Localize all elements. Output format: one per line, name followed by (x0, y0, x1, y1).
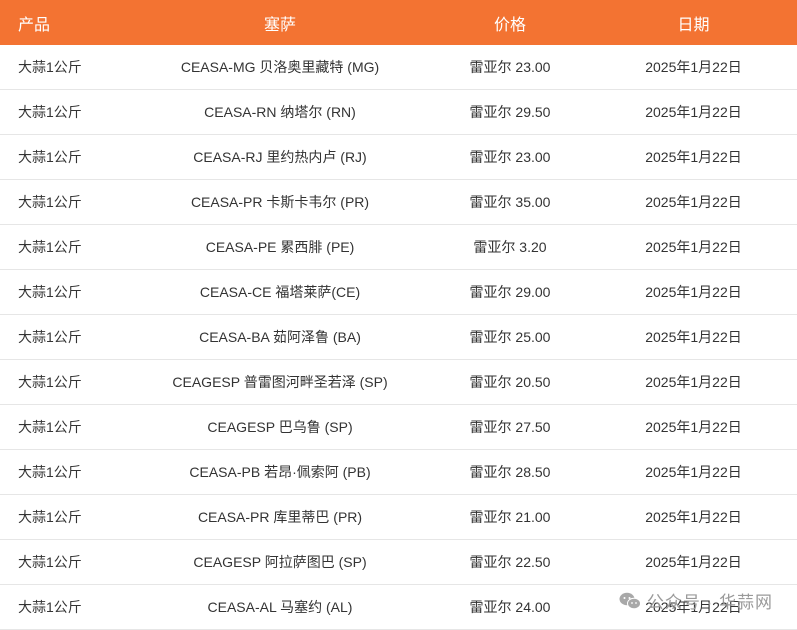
cell-price: 雷亚尔 29.00 (430, 269, 590, 315)
table-row: 大蒜1公斤 CEASA-CE 福塔莱萨(CE) 雷亚尔 29.00 2025年1月22… (0, 269, 797, 315)
wechat-icon (619, 592, 641, 609)
table-row: 大蒜1公斤 CEASA-PR 卡斯卡韦尔 (PR) 雷亚尔 35.00 2025年1月… (0, 179, 797, 225)
cell-date: 2025年1月22日 (590, 269, 797, 315)
cell-product: 大蒜1公斤 (0, 89, 130, 135)
cell-date: 2025年1月22日 (590, 404, 797, 450)
cell-date: 2025年1月22日 (590, 494, 797, 540)
cell-price: 雷亚尔 24.00 (430, 584, 590, 630)
cell-date: 2025年1月22日 (590, 539, 797, 585)
header-row: 产品 塞萨 价格 日期 (0, 0, 797, 45)
cell-ceasa: CEAGESP 阿拉萨图巴 (SP) (130, 539, 430, 585)
table-row: 大蒜1公斤 CEASA-PE 累西腓 (PE) 雷亚尔 3.20 2025年1月22日 (0, 224, 797, 270)
cell-date: 2025年1月22日 (590, 89, 797, 135)
cell-product: 大蒜1公斤 (0, 584, 130, 630)
cell-product: 大蒜1公斤 (0, 269, 130, 315)
cell-price: 雷亚尔 25.00 (430, 314, 590, 360)
cell-price: 雷亚尔 20.50 (430, 359, 590, 405)
cell-ceasa: CEASA-RN 纳塔尔 (RN) (130, 89, 430, 135)
table-row: 大蒜1公斤 CEASA-BA 茹阿泽鲁 (BA) 雷亚尔 25.00 2025年1月2… (0, 314, 797, 360)
cell-product: 大蒜1公斤 (0, 224, 130, 270)
cell-date: 2025年1月22日 (590, 224, 797, 270)
watermark-text: 公众号 · 华蒜网 (646, 593, 773, 612)
cell-product: 大蒜1公斤 (0, 134, 130, 180)
header-price: 价格 (493, 16, 526, 34)
cell-price: 雷亚尔 27.50 (430, 404, 590, 450)
cell-price: 雷亚尔 28.50 (430, 449, 590, 495)
cell-date: 2025年1月22日 (590, 314, 797, 360)
cell-ceasa: CEASA-PB 若昂·佩索阿 (PB) (130, 449, 430, 495)
cell-price: 雷亚尔 22.50 (430, 539, 590, 585)
table-row: 大蒜1公斤 CEASA-RJ 里约热内卢 (RJ) 雷亚尔 23.00 2025年1月… (0, 134, 797, 180)
cell-product: 大蒜1公斤 (0, 494, 130, 540)
cell-ceasa: CEAGESP 普雷图河畔圣若泽 (SP) (130, 359, 430, 405)
cell-product: 大蒜1公斤 (0, 404, 130, 450)
cell-ceasa: CEAGESP 巴乌鲁 (SP) (130, 404, 430, 450)
cell-ceasa: CEASA-PR 库里蒂巴 (PR) (130, 494, 430, 540)
cell-price: 雷亚尔 35.00 (430, 179, 590, 225)
table-row: 大蒜1公斤 CEASA-PR 库里蒂巴 (PR) 雷亚尔 21.00 2025年1月2… (0, 494, 797, 540)
table-row: 大蒜1公斤 CEASA-PB 若昂·佩索阿 (PB) 雷亚尔 28.50 2025年1… (0, 449, 797, 495)
cell-date: 2025年1月22日 (590, 45, 797, 90)
cell-ceasa: CEASA-BA 茹阿泽鲁 (BA) (130, 314, 430, 360)
table-row: 大蒜1公斤 CEAGESP 普雷图河畔圣若泽 (SP) 雷亚尔 20.50 2025年… (0, 359, 797, 405)
cell-ceasa: CEASA-RJ 里约热内卢 (RJ) (130, 134, 430, 180)
cell-price: 雷亚尔 3.20 (430, 224, 590, 270)
cell-product: 大蒜1公斤 (0, 539, 130, 585)
table-row: 大蒜1公斤 CEAGESP 巴乌鲁 (SP) 雷亚尔 27.50 2025年1月22日 (0, 404, 797, 450)
table-header: 产品 塞萨 价格 日期 (0, 0, 797, 45)
cell-ceasa: CEASA-PE 累西腓 (PE) (130, 224, 430, 270)
header-ceasa: 塞萨 (263, 16, 296, 34)
cell-date: 2025年1月22日 (590, 134, 797, 180)
header-date: 日期 (677, 16, 710, 34)
cell-date: 2025年1月22日 (590, 449, 797, 495)
cell-product: 大蒜1公斤 (0, 45, 130, 90)
cell-date: 2025年1月22日 (590, 359, 797, 405)
price-table: 产品 塞萨 价格 日期 大蒜1公斤 CEASA-MG 贝洛奥里藏特 (MG) 雷亚尔… (0, 0, 797, 630)
table-row: 大蒜1公斤 CEAGESP 阿拉萨图巴 (SP) 雷亚尔 22.50 2025年1月2… (0, 539, 797, 585)
cell-price: 雷亚尔 23.00 (430, 134, 590, 180)
cell-date: 2025年1月22日 (590, 179, 797, 225)
table-row: 大蒜1公斤 CEASA-RN 纳塔尔 (RN) 雷亚尔 29.50 2025年1月22… (0, 89, 797, 135)
cell-price: 雷亚尔 21.00 (430, 494, 590, 540)
cell-ceasa: CEASA-MG 贝洛奥里藏特 (MG) (130, 45, 430, 90)
header-product: 产品 (18, 16, 51, 34)
cell-product: 大蒜1公斤 (0, 359, 130, 405)
table-row: 大蒜1公斤 CEASA-MG 贝洛奥里藏特 (MG) 雷亚尔 23.00 2025年1… (0, 45, 797, 90)
watermark: 公众号 · 华蒜网 (619, 588, 773, 613)
cell-price: 雷亚尔 29.50 (430, 89, 590, 135)
cell-ceasa: CEASA-PR 卡斯卡韦尔 (PR) (130, 179, 430, 225)
cell-ceasa: CEASA-AL 马塞约 (AL) (130, 584, 430, 630)
cell-product: 大蒜1公斤 (0, 314, 130, 360)
cell-price: 雷亚尔 23.00 (430, 45, 590, 90)
cell-ceasa: CEASA-CE 福塔莱萨(CE) (130, 269, 430, 315)
table-body: 大蒜1公斤 CEASA-MG 贝洛奥里藏特 (MG) 雷亚尔 23.00 2025年1… (0, 45, 797, 630)
cell-product: 大蒜1公斤 (0, 179, 130, 225)
cell-product: 大蒜1公斤 (0, 449, 130, 495)
